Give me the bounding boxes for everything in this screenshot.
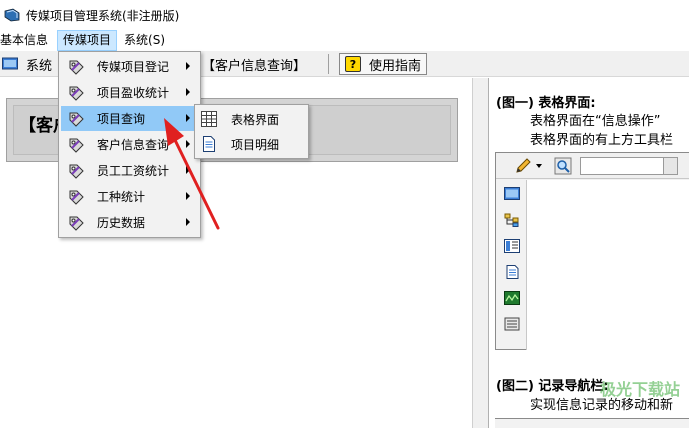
app-icon (4, 8, 20, 22)
toolbar-separator (328, 54, 329, 74)
figure-search-combo[interactable] (580, 157, 678, 175)
document-icon (506, 265, 519, 279)
project-query-submenu: 表格界面 项目明细 (194, 104, 309, 159)
submenu-item-label: 项目明细 (231, 137, 280, 152)
help-section1-line1: 表格界面在“信息操作” (530, 114, 661, 129)
menu-item-label: 项目查询 (97, 112, 146, 126)
help-icon: ? (345, 56, 361, 72)
tag-icon (65, 83, 87, 103)
toolbar-customer-query-label: 【客户信息查询】 (202, 58, 307, 74)
menu-media-project[interactable]: 传媒项目 (57, 30, 118, 51)
menu-item-label: 历史数据 (97, 216, 146, 230)
window-title: 传媒项目管理系统(非注册版) (26, 8, 180, 23)
menu-item-project-query[interactable]: 项目查询 (61, 106, 198, 131)
menu-item-label: 工种统计 (97, 190, 146, 204)
menu-item-job-type-stats[interactable]: 工种统计 (61, 184, 198, 209)
grid-icon (201, 111, 217, 127)
chevron-right-icon (186, 114, 190, 122)
chevron-right-icon (186, 62, 190, 70)
figure-toolbar (496, 153, 689, 179)
list-icon (504, 317, 520, 331)
toolbar-system-label: 系统 (26, 58, 53, 74)
chevron-down-icon (536, 164, 542, 168)
title-bar: 传媒项目管理系统(非注册版) (0, 0, 689, 30)
toolbar-system-button[interactable]: 系统 (2, 53, 52, 75)
help-figure-nav-bar (495, 418, 689, 428)
monitor-icon (504, 187, 520, 200)
media-project-dropdown: 传媒项目登记 项目盈收统计 项目查询 客户信息查询 员工工资统计 工种统计 历史… (58, 51, 201, 238)
menu-item-customer-query[interactable]: 客户信息查询 (61, 132, 198, 157)
chevron-right-icon (186, 88, 190, 96)
menu-item-revenue-stats[interactable]: 项目盈收统计 (61, 80, 198, 105)
figure-canvas (526, 180, 689, 350)
submenu-item-label: 表格界面 (231, 112, 280, 127)
tag-icon (65, 187, 87, 207)
toolbar-guide-button[interactable]: ? 使用指南 (339, 53, 428, 75)
tag-icon (65, 109, 87, 129)
help-section1-heading: (图一) 表格界面: (496, 96, 596, 111)
submenu-item-project-detail[interactable]: 项目明细 (197, 132, 306, 156)
menu-item-salary-stats[interactable]: 员工工资统计 (61, 158, 198, 183)
menu-bar: 基本信息 传媒项目 系统(S) (0, 30, 689, 51)
chevron-right-icon (186, 192, 190, 200)
chevron-right-icon (186, 140, 190, 148)
pencil-icon (516, 158, 531, 173)
menu-item-label: 项目盈收统计 (97, 86, 170, 100)
menu-item-label: 客户信息查询 (97, 138, 170, 152)
watermark-text: 极光下载站 (600, 380, 681, 399)
combo-dropdown-button[interactable] (663, 158, 677, 174)
help-section2-heading: (图二) 记录导航栏: (496, 379, 609, 394)
submenu-item-table-view[interactable]: 表格界面 (197, 107, 306, 131)
menu-system[interactable]: 系统(S) (119, 30, 170, 51)
chevron-right-icon (186, 218, 190, 226)
toolbar-customer-query-button[interactable]: 【客户信息查询】 (202, 53, 306, 75)
menu-item-project-register[interactable]: 传媒项目登记 (61, 54, 198, 79)
search-icon (554, 157, 572, 175)
pane-splitter[interactable] (472, 78, 488, 428)
tag-icon (65, 57, 87, 77)
tag-icon (65, 135, 87, 155)
help-section1-line2: 表格界面的有上方工具栏 (530, 133, 674, 148)
chart-icon (504, 291, 520, 305)
menu-item-history-data[interactable]: 历史数据 (61, 210, 198, 235)
menu-item-label: 传媒项目登记 (97, 60, 170, 74)
document-icon (203, 136, 215, 152)
toolbar-guide-label: 使用指南 (369, 58, 422, 74)
form-icon (504, 239, 520, 253)
menu-item-label: 员工工资统计 (97, 164, 170, 178)
menu-basic-info[interactable]: 基本信息 (0, 30, 53, 51)
tree-icon (504, 213, 519, 227)
help-figure-table-ui (495, 152, 689, 350)
chevron-right-icon (186, 166, 190, 174)
tag-icon (65, 213, 87, 233)
monitor-icon (2, 57, 18, 70)
tag-icon (65, 161, 87, 181)
